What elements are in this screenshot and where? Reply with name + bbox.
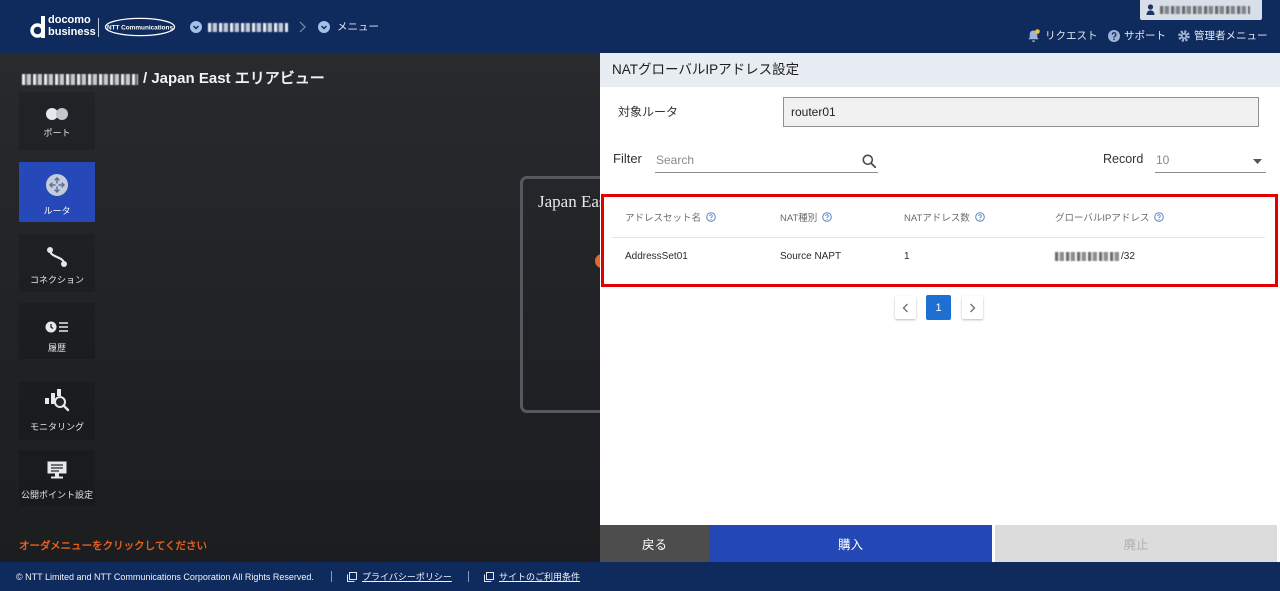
docomo-logo-icon[interactable] (30, 16, 46, 38)
cell-address-set: AddressSet01 (625, 250, 688, 262)
sidebar-item-history[interactable]: 履歴 (19, 303, 95, 359)
search-icon[interactable] (862, 154, 876, 168)
sidebar-item-monitoring[interactable]: モニタリング (19, 382, 95, 440)
cell-global-ip: /32 (1055, 249, 1135, 263)
column-header-label: グローバルIPアドレス (1055, 213, 1150, 224)
area-title-redacted (22, 74, 138, 85)
pagination-prev-button[interactable] (895, 296, 916, 319)
purchase-button[interactable]: 購入 (709, 525, 992, 562)
user-account-button[interactable] (1140, 0, 1262, 20)
column-header-label: NAT種別 (780, 213, 818, 224)
panel-titlebar: NATグローバルIPアドレス設定 (600, 53, 1280, 87)
global-ip-redacted (1055, 251, 1121, 261)
sidebar-item-public-point-settings[interactable]: 公開ポイント設定 (19, 450, 95, 506)
copyright: © NTT Limited and NTT Communications Cor… (16, 572, 314, 582)
nav-admin-menu-link[interactable]: 管理者メニュー (1194, 30, 1268, 43)
help-icon[interactable] (1154, 212, 1165, 222)
nat-address-table: アドレスセット名 NAT種別 NATアドレス数 グローバルIPアドレス Addr… (601, 194, 1278, 287)
gear-icon[interactable] (1178, 30, 1190, 42)
sidebar-item-label: コネクション (29, 275, 84, 285)
router-icon (46, 174, 68, 196)
cell-nat-address-count: 1 (904, 250, 910, 262)
privacy-policy-link[interactable]: プライバシーポリシー (362, 571, 452, 583)
history-icon (45, 320, 69, 334)
area-title: / Japan East エリアビュー (143, 70, 325, 87)
global-ip-suffix: /32 (1121, 250, 1135, 262)
person-icon (1146, 4, 1155, 15)
column-header-global-ip[interactable]: グローバルIPアドレス (1055, 210, 1165, 224)
sidebar-item-router[interactable]: ルータ (19, 162, 95, 222)
sidebar-item-connection[interactable]: コネクション (19, 234, 95, 292)
pagination-next-button[interactable] (962, 296, 983, 319)
row-divider (612, 237, 1265, 238)
column-header-address-set[interactable]: アドレスセット名 (625, 210, 716, 224)
public-point-settings-icon (46, 460, 68, 480)
caret-down-icon (1253, 159, 1262, 164)
help-icon[interactable] (706, 212, 716, 222)
record-count-value: 10 (1156, 153, 1170, 167)
chevron-down-circle-icon[interactable] (190, 21, 202, 33)
breadcrumb-menu[interactable]: メニュー (337, 20, 379, 34)
external-link-icon (347, 572, 357, 582)
column-header-nat-type[interactable]: NAT種別 (780, 210, 833, 224)
nat-settings-panel: NATグローバルIPアドレス設定 対象ルータ Filter Record 10 … (600, 53, 1280, 562)
order-hint: オーダメニューをクリックしてください (19, 540, 208, 552)
sidebar-item-label: モニタリング (29, 422, 84, 432)
brand-divider (98, 18, 99, 37)
sidebar-item-label: ポート (43, 128, 71, 138)
chevron-left-icon (902, 303, 909, 313)
abolish-button[interactable]: 廃止 (995, 525, 1277, 562)
monitoring-icon (44, 388, 70, 412)
ntt-communications-logo: NTT Communications (104, 17, 176, 37)
brand-line-2: business (48, 26, 96, 38)
help-icon[interactable] (822, 212, 833, 222)
nav-support-link[interactable]: サポート (1124, 30, 1166, 43)
terms-of-use-link[interactable]: サイトのご利用条件 (499, 571, 580, 583)
sidebar-item-label: 公開ポイント設定 (20, 490, 93, 500)
search-box (655, 148, 878, 173)
footer-divider (468, 571, 469, 582)
external-link-icon (484, 572, 494, 582)
help-icon[interactable] (974, 212, 985, 222)
breadcrumb-redacted-tenant[interactable] (208, 23, 288, 32)
sidebar-item-port[interactable]: ポート (19, 92, 95, 150)
help-icon[interactable] (1108, 30, 1120, 42)
sidebar-item-label: ルータ (43, 206, 71, 216)
pagination-page-current[interactable]: 1 (926, 295, 951, 320)
chevron-right-icon (969, 303, 976, 313)
column-header-nat-address-count[interactable]: NATアドレス数 (904, 210, 985, 224)
column-header-label: アドレスセット名 (625, 213, 702, 224)
panel-title: NATグローバルIPアドレス設定 (612, 62, 800, 77)
nav-request-link[interactable]: リクエスト (1045, 30, 1098, 43)
record-count-select[interactable]: 10 (1155, 148, 1266, 173)
record-label: Record (1103, 152, 1144, 166)
footer: © NTT Limited and NTT Communications Cor… (0, 562, 1280, 591)
back-button[interactable]: 戻る (600, 525, 709, 562)
top-header: docomo business NTT Communications メニュー … (0, 0, 1280, 53)
sidebar-item-label: 履歴 (47, 343, 66, 353)
search-input[interactable] (655, 148, 855, 172)
connection-icon (46, 246, 68, 268)
bell-icon[interactable] (1027, 29, 1040, 43)
user-name-redacted (1160, 6, 1250, 14)
filter-label: Filter (613, 151, 642, 166)
chevron-right-icon (298, 21, 306, 33)
brand-line-1: docomo (48, 14, 91, 26)
port-icon (45, 107, 69, 121)
target-router-label: 対象ルータ (618, 105, 679, 119)
partner-logo-text: NTT Communications (107, 24, 173, 31)
chevron-down-circle-icon[interactable] (318, 21, 330, 33)
footer-divider (331, 571, 332, 582)
cell-nat-type: Source NAPT (780, 250, 842, 262)
column-header-label: NATアドレス数 (904, 213, 970, 224)
target-router-field (783, 97, 1259, 127)
